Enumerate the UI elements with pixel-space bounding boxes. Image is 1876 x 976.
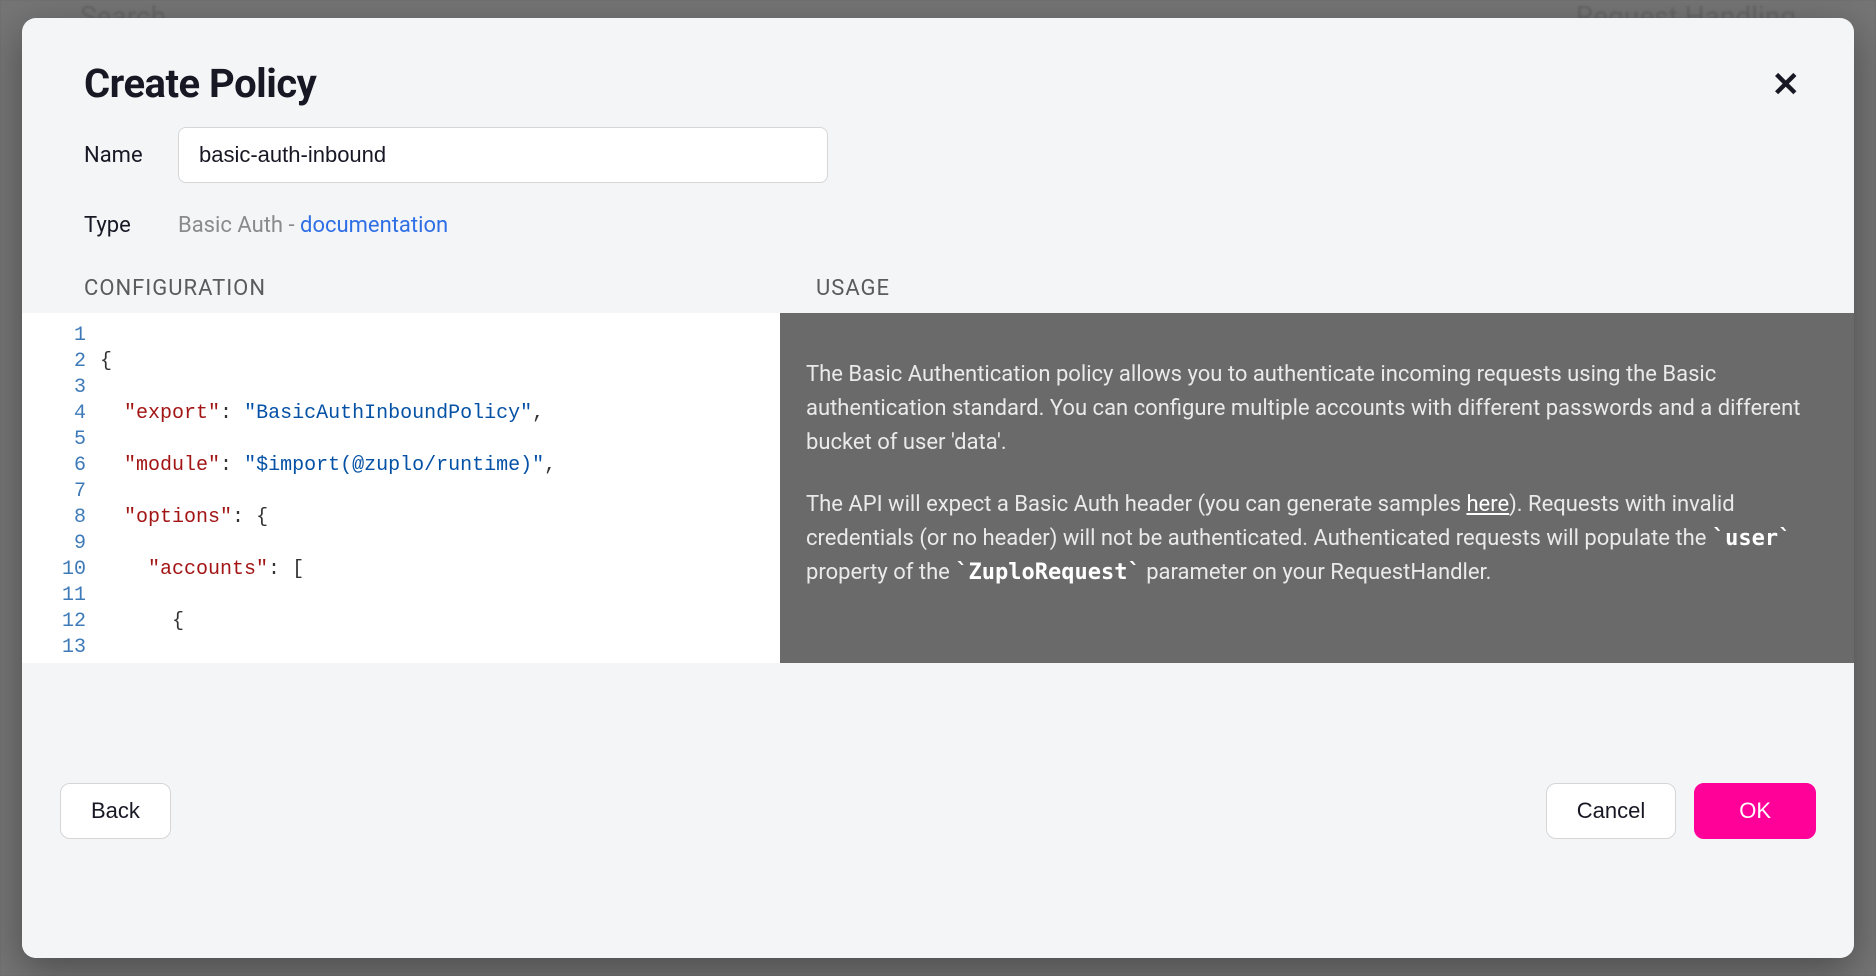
ok-button[interactable]: OK bbox=[1694, 783, 1816, 839]
close-icon: ✕ bbox=[1772, 66, 1801, 104]
usage-paragraph-1: The Basic Authentication policy allows y… bbox=[806, 358, 1806, 460]
type-value: Basic Auth - documentation bbox=[178, 213, 448, 238]
create-policy-modal: Create Policy ✕ Name Type Basic Auth - d… bbox=[22, 18, 1854, 958]
type-row: Type Basic Auth - documentation bbox=[84, 213, 1792, 238]
name-row: Name bbox=[84, 127, 1792, 183]
usage-panel: The Basic Authentication policy allows y… bbox=[780, 313, 1854, 663]
documentation-link[interactable]: documentation bbox=[300, 213, 448, 238]
code-content[interactable]: { "export": "BasicAuthInboundPolicy", "m… bbox=[100, 313, 700, 663]
configuration-editor[interactable]: 1 2 3 4 5 6 7 8 9 10 11 12 13 { "export"… bbox=[22, 313, 780, 663]
type-label: Type bbox=[84, 213, 178, 238]
code-user: `user` bbox=[1712, 526, 1791, 551]
modal-title: Create Policy bbox=[84, 60, 316, 107]
policy-name-input[interactable] bbox=[178, 127, 828, 183]
configuration-heading: CONFIGURATION bbox=[84, 276, 816, 301]
back-button[interactable]: Back bbox=[60, 783, 171, 839]
code-zuplorequest: `ZuploRequest` bbox=[955, 560, 1140, 585]
here-link[interactable]: here bbox=[1466, 492, 1509, 517]
name-label: Name bbox=[84, 143, 178, 168]
usage-heading: USAGE bbox=[816, 276, 890, 301]
usage-paragraph-2: The API will expect a Basic Auth header … bbox=[806, 488, 1806, 590]
close-button[interactable]: ✕ bbox=[1768, 64, 1805, 106]
line-number-gutter: 1 2 3 4 5 6 7 8 9 10 11 12 13 bbox=[22, 313, 100, 663]
cancel-button[interactable]: Cancel bbox=[1546, 783, 1676, 839]
